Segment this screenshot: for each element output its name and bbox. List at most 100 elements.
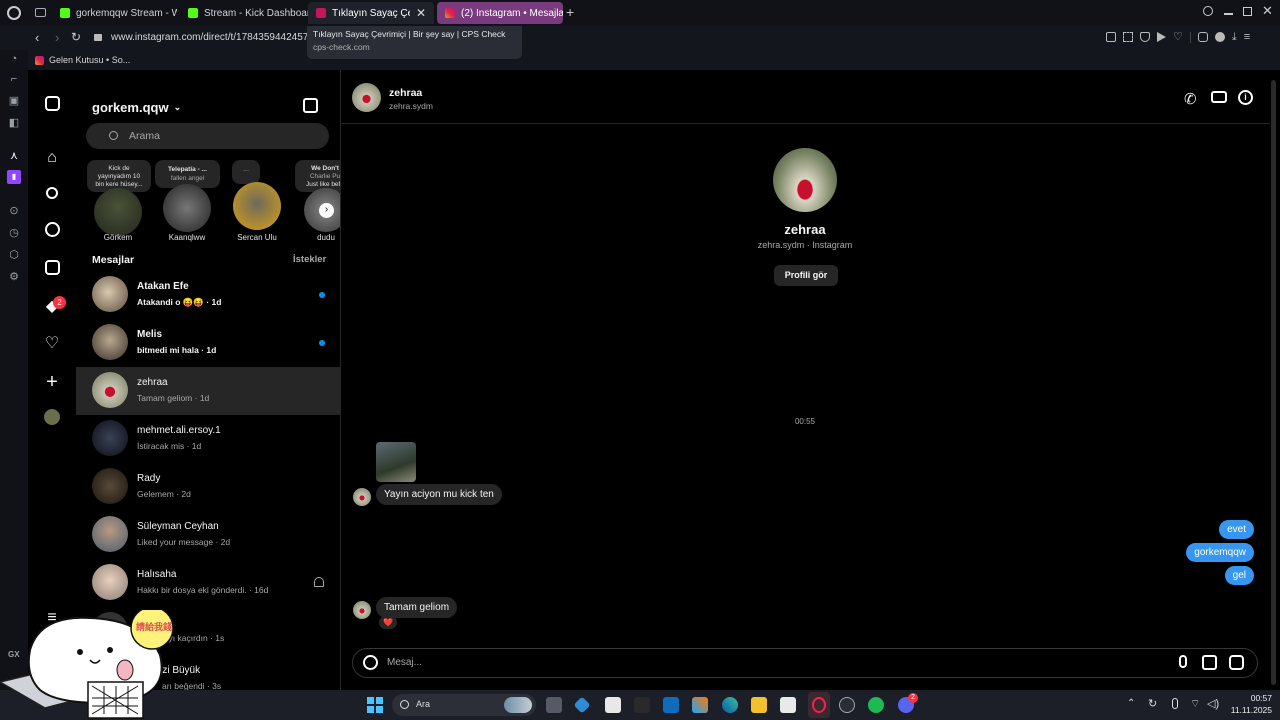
conversation-item[interactable]: mehmet.ali.ersoy.1 İstiracak mis · 1d xyxy=(76,415,340,463)
sender-avatar[interactable] xyxy=(353,488,371,506)
heart-icon[interactable]: ♡ xyxy=(1173,32,1183,43)
cube-icon[interactable]: ⬡ xyxy=(7,248,21,262)
profile-avatar-large[interactable] xyxy=(773,148,837,212)
back-icon[interactable]: ‹ xyxy=(35,30,39,45)
tab-cps-check[interactable]: Tıklayın Sayaç Çevri ✕ xyxy=(308,2,434,24)
conversation-item[interactable]: Atakan Efe Atakandi o 😝😝 · 1d xyxy=(76,271,340,319)
download-icon[interactable]: ⤓ xyxy=(1232,32,1237,43)
conversation-item[interactable]: Süleyman Ceyhan Liked your message · 2d xyxy=(76,511,340,559)
copilot-icon[interactable] xyxy=(692,697,708,713)
opera-logo-icon[interactable] xyxy=(7,6,21,20)
gx-corner-icon[interactable]: ⌐ xyxy=(7,72,21,86)
edge-icon[interactable] xyxy=(722,697,738,713)
gx-store-icon[interactable]: ▣ xyxy=(7,94,21,108)
note-avatar[interactable] xyxy=(94,188,142,236)
tray-chevron-up-icon[interactable]: ⌃ xyxy=(1127,698,1135,709)
sender-avatar[interactable] xyxy=(353,601,371,619)
close-tab-icon[interactable]: ✕ xyxy=(416,6,426,20)
image-icon[interactable] xyxy=(1202,655,1217,670)
player-icon[interactable]: ⊙ xyxy=(7,204,21,218)
conversation-item-selected[interactable]: zehraa Tamam geliom · 1d xyxy=(76,367,340,415)
store-icon[interactable] xyxy=(780,697,796,713)
search-icon[interactable] xyxy=(42,185,62,205)
url-field[interactable]: www.instagram.com/direct/t/1784359442457… xyxy=(111,32,309,43)
wifi-icon[interactable]: ⌔ xyxy=(1190,697,1200,711)
view-profile-button[interactable]: Profili gör xyxy=(774,265,838,286)
reload-icon[interactable]: ↻ xyxy=(71,30,81,44)
shield-icon[interactable] xyxy=(1140,32,1150,42)
reels-icon[interactable] xyxy=(42,260,62,280)
incoming-message[interactable]: Yayın aciyon mu kick ten xyxy=(376,484,502,505)
tab-kick-stream[interactable]: gorkemqqw Stream - Wat xyxy=(52,2,177,24)
home-icon[interactable]: ⌂ xyxy=(42,148,62,168)
account-switcher[interactable]: gorkem.qqw ⌄ xyxy=(92,100,181,115)
message-composer[interactable]: Mesaj... xyxy=(352,648,1258,678)
file-explorer-icon[interactable] xyxy=(751,697,767,713)
reaction-heart[interactable]: ❤️ xyxy=(379,616,397,629)
snapshot-icon[interactable] xyxy=(1123,32,1133,42)
outgoing-message[interactable]: gel xyxy=(1224,566,1254,585)
extensions-icon[interactable] xyxy=(1197,32,1208,42)
gx-control-icon[interactable]: ◔ xyxy=(7,52,21,66)
new-tab-button[interactable]: + xyxy=(566,4,574,20)
info-icon[interactable]: i xyxy=(1238,90,1253,105)
taskbar-search[interactable]: Ara xyxy=(392,694,536,716)
chat-header-name[interactable]: zehraa xyxy=(389,87,422,99)
phone-call-icon[interactable]: ✆ xyxy=(1184,90,1197,108)
spotify-icon[interactable] xyxy=(868,697,884,713)
compose-icon[interactable] xyxy=(303,98,318,113)
opera-gx-taskbar-icon[interactable] xyxy=(808,692,830,718)
tab-instagram[interactable]: (2) Instagram • Mesajlar xyxy=(437,2,563,24)
volume-icon[interactable]: ◁) xyxy=(1207,697,1219,710)
forward-icon[interactable]: › xyxy=(55,30,59,45)
incoming-message[interactable]: Tamam geliom xyxy=(376,597,458,618)
notifications-heart-icon[interactable]: ♡ xyxy=(42,334,62,354)
conversation-item[interactable]: Melis bitmedi mi hala · 1d xyxy=(76,319,340,367)
create-icon[interactable]: + xyxy=(42,372,62,392)
chevron-right-icon[interactable]: › xyxy=(319,203,334,218)
composer-placeholder[interactable]: Mesaj... xyxy=(387,657,422,668)
clock-time[interactable]: 00:57 xyxy=(1226,693,1272,703)
app-icon[interactable] xyxy=(634,697,650,713)
bookmark-instagram[interactable]: Gelen Kutusu • So... xyxy=(35,55,130,65)
tray-sync-icon[interactable]: ↻ xyxy=(1148,697,1157,710)
shared-photo[interactable] xyxy=(376,442,416,482)
notepad-icon[interactable] xyxy=(605,697,621,713)
emoji-icon[interactable] xyxy=(363,655,378,670)
settings-icon[interactable]: ⚙ xyxy=(7,270,21,284)
twitch-icon[interactable]: ▮ xyxy=(7,170,21,184)
video-call-icon[interactable] xyxy=(1211,91,1227,103)
tab-kick-dashboard[interactable]: Stream - Kick Dashboard xyxy=(180,2,308,24)
explore-icon[interactable] xyxy=(42,222,62,242)
history-icon[interactable]: ◷ xyxy=(7,226,21,240)
search-input[interactable]: Arama xyxy=(86,123,329,149)
outlook-icon[interactable] xyxy=(663,697,679,713)
microphone-icon[interactable] xyxy=(1179,655,1187,668)
chat-avatar[interactable] xyxy=(352,83,381,112)
play-icon[interactable] xyxy=(1157,32,1166,42)
outgoing-message[interactable]: gorkemqqw xyxy=(1186,543,1254,562)
tray-mic-icon[interactable] xyxy=(1172,698,1178,709)
note-avatar[interactable] xyxy=(233,182,281,230)
profile-avatar[interactable] xyxy=(42,409,62,429)
requests-link[interactable]: İstekler xyxy=(293,254,326,265)
app-icon[interactable] xyxy=(573,696,591,714)
search-tabs-icon[interactable] xyxy=(1203,6,1213,16)
outgoing-message[interactable]: evet xyxy=(1219,520,1254,539)
note-avatar[interactable] xyxy=(163,184,211,232)
sticker-icon[interactable] xyxy=(1229,655,1244,670)
instagram-logo-icon[interactable] xyxy=(42,95,62,115)
conversation-item[interactable]: Halısaha Hakkı bir dosya eki gönderdi. ·… xyxy=(76,559,340,607)
windows-start-icon[interactable] xyxy=(367,697,383,713)
page-scrollbar[interactable] xyxy=(1271,80,1276,685)
maximize-icon[interactable] xyxy=(1243,7,1252,16)
pin-icon[interactable] xyxy=(1106,32,1116,42)
close-window-icon[interactable]: ✕ xyxy=(1262,3,1273,19)
kick-sidebar-icon[interactable]: ⋏ xyxy=(7,149,21,163)
tab-workspaces-icon[interactable] xyxy=(35,8,46,17)
app-icon[interactable] xyxy=(839,697,855,713)
conversation-item[interactable]: Rady Gelemem · 2d xyxy=(76,463,340,511)
profile-icon[interactable] xyxy=(1214,32,1225,42)
minimize-icon[interactable] xyxy=(1224,13,1233,15)
gx-mods-icon[interactable]: ◧ xyxy=(7,116,21,130)
